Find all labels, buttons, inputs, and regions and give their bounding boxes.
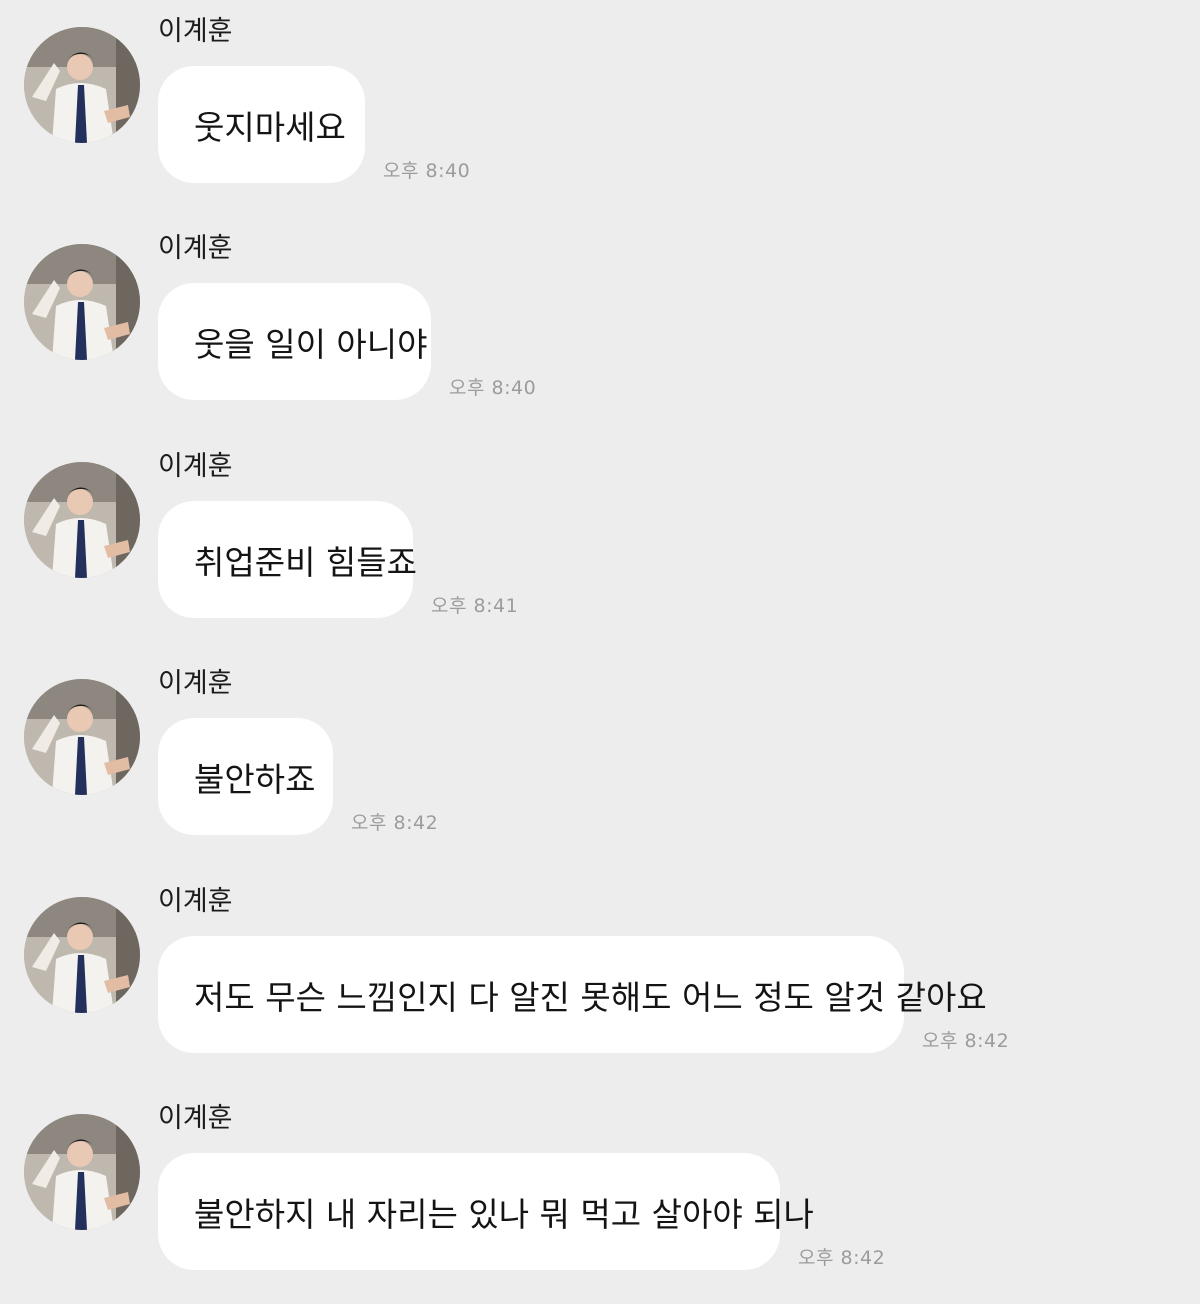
- message-row: 이계훈 불안하지 내 자리는 있나 뭐 먹고 살아야 되나 오후 8:42: [0, 1087, 1200, 1304]
- message-bubble[interactable]: 불안하지 내 자리는 있나 뭐 먹고 살아야 되나: [158, 1153, 814, 1270]
- message-bubble[interactable]: 웃을 일이 아니야: [158, 283, 431, 400]
- message-timestamp: 오후 8:42: [922, 1030, 1010, 1052]
- sender-name: 이계훈: [158, 1103, 233, 1134]
- message-timestamp: 오후 8:42: [351, 812, 439, 834]
- chat-thread: 이계훈 웃지마세요 오후 8:40 이계훈 웃을 일이 아니야 오후 8:40: [0, 0, 1200, 1296]
- avatar[interactable]: [24, 27, 140, 143]
- message-timestamp: 오후 8:40: [383, 160, 471, 182]
- message-bubble[interactable]: 취업준비 힘들죠: [158, 501, 417, 618]
- sender-name: 이계훈: [158, 451, 233, 482]
- message-row: 이계훈 불안하죠 오후 8:42: [0, 652, 1200, 869]
- sender-name: 이계훈: [158, 16, 233, 47]
- avatar[interactable]: [24, 462, 140, 578]
- message-row: 이계훈 웃지마세요 오후 8:40: [0, 0, 1200, 217]
- avatar[interactable]: [24, 897, 140, 1013]
- avatar[interactable]: [24, 679, 140, 795]
- avatar[interactable]: [24, 244, 140, 360]
- message-bubble[interactable]: 불안하죠: [158, 718, 333, 835]
- message-bubble[interactable]: 웃지마세요: [158, 66, 365, 183]
- message-timestamp: 오후 8:42: [798, 1247, 886, 1269]
- sender-name: 이계훈: [158, 886, 233, 917]
- avatar[interactable]: [24, 1114, 140, 1230]
- message-bubble[interactable]: 저도 무슨 느낌인지 다 알진 못해도 어느 정도 알것 같아요: [158, 936, 987, 1053]
- message-timestamp: 오후 8:40: [449, 377, 537, 399]
- message-row: 이계훈 취업준비 힘들죠 오후 8:41: [0, 435, 1200, 652]
- sender-name: 이계훈: [158, 233, 233, 264]
- message-row: 이계훈 웃을 일이 아니야 오후 8:40: [0, 217, 1200, 434]
- sender-name: 이계훈: [158, 668, 233, 699]
- message-row: 이계훈 저도 무슨 느낌인지 다 알진 못해도 어느 정도 알것 같아요 오후 …: [0, 870, 1200, 1087]
- message-timestamp: 오후 8:41: [431, 595, 519, 617]
